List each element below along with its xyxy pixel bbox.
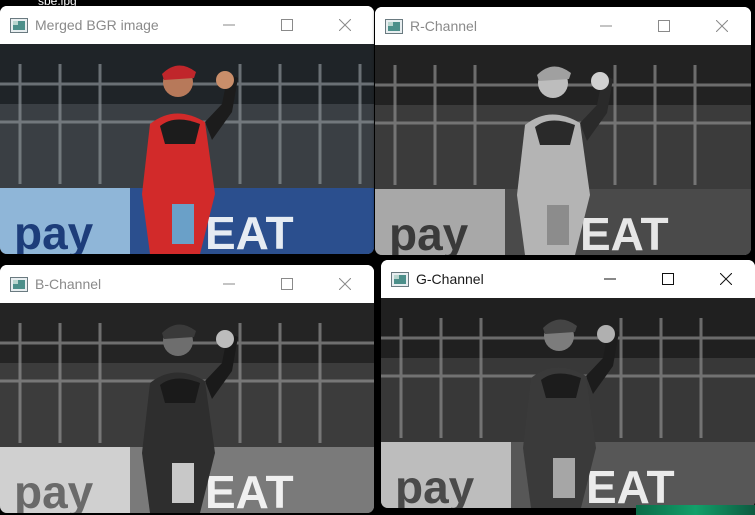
titlebar[interactable]: R-Channel (375, 7, 751, 45)
maximize-icon (658, 20, 670, 32)
window-b-channel[interactable]: B-Channel pay EAT (0, 265, 374, 513)
image-canvas: pay EAT (375, 45, 751, 255)
banner-right-text: EAT (205, 466, 294, 513)
banner-left-text: pay (14, 466, 94, 513)
banner-right-text: EAT (205, 207, 294, 254)
window-g-channel[interactable]: G-Channel pay EAT (381, 260, 755, 508)
image-window-icon (10, 276, 28, 292)
window-title: Merged BGR image (35, 17, 159, 33)
banner-right-text: EAT (580, 208, 669, 255)
maximize-icon (281, 19, 293, 31)
minimize-icon (600, 25, 612, 27)
image-window-icon (10, 17, 28, 33)
close-button[interactable] (316, 6, 374, 44)
banner-right-text: EAT (586, 461, 675, 508)
minimize-icon (223, 283, 235, 285)
desktop-background-fragment (636, 505, 755, 515)
maximize-icon (281, 278, 293, 290)
maximize-button[interactable] (258, 6, 316, 44)
banner-left-text: pay (389, 208, 469, 255)
close-icon (339, 19, 351, 31)
close-icon (716, 20, 728, 32)
image-canvas: pay EAT (381, 298, 755, 508)
minimize-button[interactable] (581, 260, 639, 298)
window-title: G-Channel (416, 271, 484, 287)
maximize-button[interactable] (258, 265, 316, 303)
close-icon (339, 278, 351, 290)
close-icon (720, 273, 732, 285)
image-window-icon (385, 18, 403, 34)
minimize-button[interactable] (577, 7, 635, 45)
maximize-icon (662, 273, 674, 285)
titlebar[interactable]: B-Channel (0, 265, 374, 303)
minimize-icon (604, 278, 616, 280)
window-title: B-Channel (35, 276, 102, 292)
player-photo: pay EAT (381, 298, 755, 508)
image-canvas: pay EAT (0, 44, 374, 254)
player-photo: pay EAT (375, 45, 751, 255)
maximize-button[interactable] (635, 7, 693, 45)
window-title: R-Channel (410, 18, 477, 34)
window-merged-bgr[interactable]: Merged BGR image pay EAT (0, 6, 374, 254)
banner-left-text: pay (14, 207, 94, 254)
banner-left-text: pay (395, 461, 475, 508)
player-photo: pay EAT (0, 303, 374, 513)
image-window-icon (391, 271, 409, 287)
minimize-button[interactable] (200, 265, 258, 303)
maximize-button[interactable] (639, 260, 697, 298)
window-r-channel[interactable]: R-Channel pay EAT (375, 7, 751, 255)
titlebar[interactable]: G-Channel (381, 260, 755, 298)
minimize-icon (223, 24, 235, 26)
player-photo: pay EAT (0, 44, 374, 254)
close-button[interactable] (316, 265, 374, 303)
titlebar[interactable]: Merged BGR image (0, 6, 374, 44)
image-canvas: pay EAT (0, 303, 374, 513)
close-button[interactable] (697, 260, 755, 298)
close-button[interactable] (693, 7, 751, 45)
minimize-button[interactable] (200, 6, 258, 44)
